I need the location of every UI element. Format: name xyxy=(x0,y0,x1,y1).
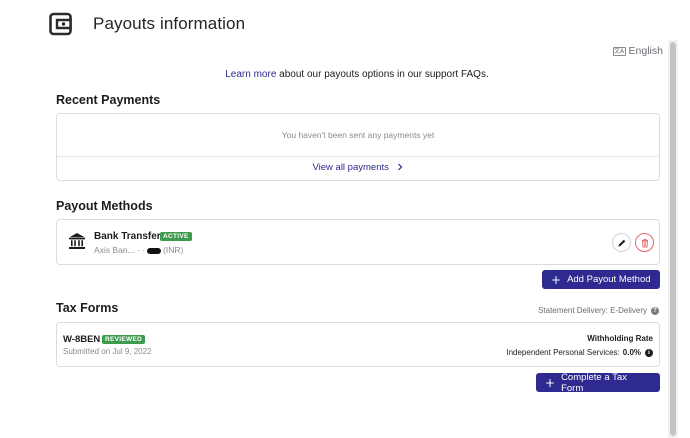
wallet-icon xyxy=(49,12,72,36)
complete-tax-form-button[interactable]: + Complete a Tax Form xyxy=(536,371,660,394)
withholding-rate-value: 0.0% xyxy=(622,348,641,357)
tax-form-name: W-8BEN xyxy=(63,334,101,345)
tax-form-card: W-8BEN REVIEWED Submitted on Jul 9, 2022… xyxy=(56,322,660,367)
plus-icon: + xyxy=(545,375,556,390)
page-title: Payouts information xyxy=(93,14,246,33)
payout-method-name: Bank Transfer xyxy=(94,231,161,242)
empty-payments-message: You haven't been sent any payments yet xyxy=(281,130,435,140)
status-badge: ACTIVE xyxy=(160,232,192,241)
scrollbar-thumb[interactable] xyxy=(670,42,676,436)
divider xyxy=(57,156,659,157)
plus-icon: + xyxy=(551,272,562,287)
language-label: English xyxy=(628,45,663,57)
complete-tax-form-label: Complete a Tax Form xyxy=(561,371,627,394)
chevron-right-icon xyxy=(397,163,402,170)
payout-method-detail: Axis Ban... · · (INR) xyxy=(94,245,183,255)
translate-icon: 文A xyxy=(612,46,626,56)
tax-forms-title: Tax Forms xyxy=(56,301,119,315)
pencil-icon xyxy=(618,239,625,246)
view-all-payments-link[interactable]: View all payments xyxy=(57,162,659,173)
status-badge: REVIEWED xyxy=(102,335,146,344)
learn-more-link[interactable]: Learn more xyxy=(225,69,276,80)
view-all-label: View all payments xyxy=(312,162,389,173)
delete-button[interactable] xyxy=(635,233,654,252)
edit-button[interactable] xyxy=(612,233,631,252)
withholding-category: Independent Personal Services: xyxy=(506,348,620,357)
help-icon: ? xyxy=(651,306,659,315)
withholding-rate-label: Withholding Rate xyxy=(587,334,653,343)
support-faq-line: Learn more about our payouts options in … xyxy=(0,69,690,80)
recent-payments-title: Recent Payments xyxy=(56,93,161,107)
trash-icon xyxy=(641,238,648,247)
page-header: Payouts information xyxy=(49,12,245,36)
language-selector[interactable]: 文A English xyxy=(612,45,663,57)
submitted-date: Submitted on Jul 9, 2022 xyxy=(63,347,152,356)
support-faq-text: about our payouts options in our support… xyxy=(276,69,489,80)
withholding-rate-row: Independent Personal Services: 0.0% i xyxy=(506,348,653,357)
redacted-account-number xyxy=(147,247,162,254)
info-icon[interactable]: i xyxy=(645,348,653,357)
add-payout-method-label: Add Payout Method xyxy=(567,274,651,285)
payout-methods-title: Payout Methods xyxy=(56,199,153,213)
statement-delivery[interactable]: Statement Delivery: E-Delivery ? xyxy=(538,306,659,315)
currency-code: (INR) xyxy=(163,245,184,255)
bank-icon xyxy=(69,233,85,249)
statement-delivery-label: Statement Delivery: E-Delivery xyxy=(538,306,647,315)
payout-method-card: Bank Transfer ACTIVE Axis Ban... · · (INR… xyxy=(56,219,660,265)
add-payout-method-button[interactable]: + Add Payout Method xyxy=(542,270,660,289)
bank-account-detail: Axis Ban... · · xyxy=(94,245,146,255)
recent-payments-card: You haven't been sent any payments yet V… xyxy=(56,113,660,181)
